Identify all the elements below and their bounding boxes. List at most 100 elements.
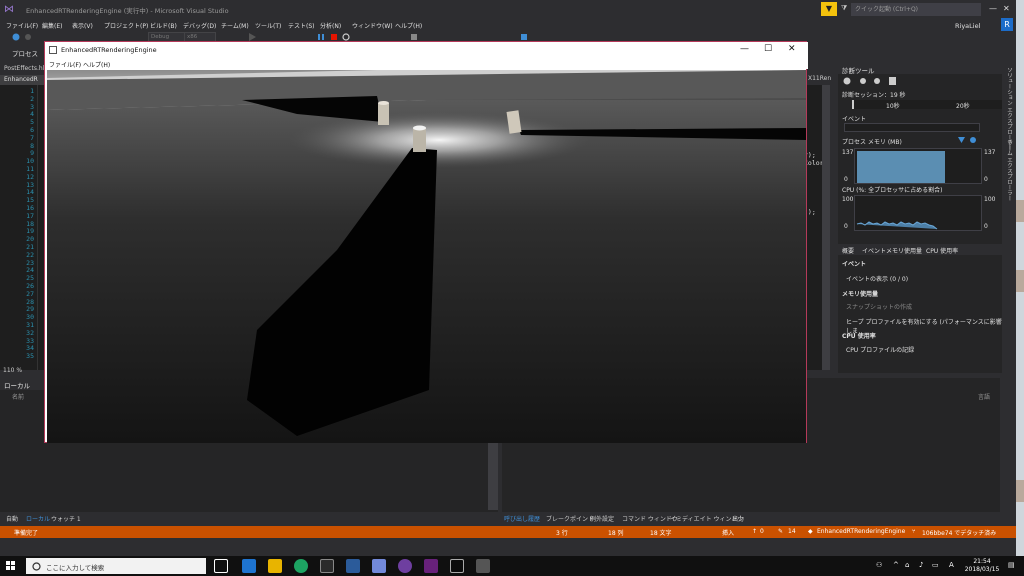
tab-summary[interactable]: 概要 [842,246,854,255]
quick-launch-input[interactable]: クイック起動 (Ctrl+Q) [851,3,981,16]
tab-call-stack[interactable]: 呼び出し履歴 [504,514,540,523]
forward-icon[interactable] [24,33,32,41]
memory-section-label[interactable]: プロセス メモリ (MB) [842,137,902,146]
pause-icon[interactable] [317,33,325,41]
take-snapshot-button[interactable]: スナップショットの作成 [846,302,912,311]
tab-events[interactable]: イベント [862,246,886,255]
chrome-icon[interactable] [294,559,308,573]
taskbar-clock[interactable]: 21:54 2018/03/15 [964,558,1000,574]
status-project[interactable]: EnhancedRTRenderingEngine [817,528,905,535]
tab-exception-settings[interactable]: 例外設定 [590,514,614,523]
user-avatar[interactable]: R [1001,18,1013,31]
tab-auto[interactable]: 自動 [6,514,18,523]
events-section-label[interactable]: イベント [842,114,866,123]
status-col[interactable]: 18 列 [608,528,624,537]
menu-debug[interactable]: デバッグ(D) [183,21,216,30]
menu-file[interactable]: ファイル(F) [6,21,38,30]
edge-icon[interactable] [242,559,256,573]
language-column[interactable]: 言語 [978,392,990,401]
menu-edit[interactable]: 編集(E) [42,21,62,30]
app-minimize-icon[interactable]: — [740,44,749,54]
status-mode[interactable]: 挿入 [722,528,734,537]
close-icon[interactable]: ✕ [1003,4,1010,13]
tab-memory-usage[interactable]: メモリ使用量 [886,246,922,255]
status-chars[interactable]: 18 文字 [650,528,672,537]
tab-locals[interactable]: ローカル [26,514,50,523]
menu-tools[interactable]: ツール(T) [255,21,281,30]
tab-cpu-usage[interactable]: CPU 使用率 [926,246,958,255]
minimize-icon[interactable]: — [989,4,997,13]
file-explorer-icon[interactable] [268,559,282,573]
menu-build[interactable]: ビルド(B) [150,21,177,30]
team-explorer-tab[interactable]: チーム エクスプローラー [1005,139,1013,201]
volume-icon[interactable]: ♪ [919,561,923,569]
diag-toolbar-icons[interactable] [842,76,902,86]
back-icon[interactable] [12,33,20,41]
visual-studio-taskbar-icon[interactable] [424,559,438,573]
cpu-section-label[interactable]: CPU (%: 全プロセッサに占める割合) [842,185,942,194]
chevron-up-icon[interactable]: ^ [893,561,899,569]
terminal-icon[interactable] [450,559,464,573]
diagnostic-tools-pane: 診断ツール 診断セッション：19 秒 10秒 20秒 イベント プロセス メモリ… [838,63,1002,373]
bookmark-icon[interactable] [520,33,528,41]
timeline-ruler[interactable]: 10秒 20秒 [852,100,1002,110]
tab-breakpoints[interactable]: ブレークポイント [546,514,594,523]
steam-icon[interactable] [346,559,360,573]
status-pencil-count[interactable]: 14 [788,528,796,535]
windows-start-icon[interactable] [6,561,16,571]
summary-cpu-heading: CPU 使用率 [842,333,876,340]
status-line[interactable]: 3 行 [556,528,568,537]
status-branch[interactable]: 106bbe74 でデタッチ済み [922,528,996,537]
status-up-count[interactable]: 0 [760,528,764,535]
record-cpu-profile-button[interactable]: CPU プロファイルの記録 [846,345,914,354]
menu-view[interactable]: 表示(V) [72,21,93,30]
notification-center-icon[interactable]: ▤ [1008,561,1015,569]
editor-scrollbar[interactable] [822,85,830,370]
app-menu-help[interactable]: ヘルプ(H) [83,60,110,69]
cpu-graph[interactable] [854,195,982,231]
filter-icon[interactable]: ⧩ [841,4,847,13]
app-icon[interactable] [398,559,412,573]
app-icon[interactable] [320,559,334,573]
notification-flag-icon[interactable]: ▼ [821,2,837,16]
cpu-min-right: 0 [984,223,988,230]
discord-icon[interactable] [372,559,386,573]
windows-taskbar: ここに入力して検索 ⚇ ^ ⌂ ♪ ▭ A 21:54 2018/03/15 ▤ [0,556,1024,576]
stop-icon[interactable] [330,33,338,41]
app-maximize-icon[interactable]: ☐ [764,44,772,54]
render-viewport[interactable] [47,70,806,443]
tab-posteffects[interactable]: PostEffects.hl [4,65,44,72]
step-over-icon[interactable] [410,33,418,41]
restart-icon[interactable] [342,33,350,41]
calculator-icon[interactable] [476,559,490,573]
app-close-icon[interactable]: ✕ [788,44,796,54]
desktop-thumbnail [1016,200,1024,222]
search-placeholder: ここに入力して検索 [46,564,105,572]
app-menu-file[interactable]: ファイル(F) [49,60,81,69]
menu-analyze[interactable]: 分析(N) [320,21,341,30]
task-view-icon[interactable] [214,559,228,573]
ime-indicator[interactable]: A [949,561,954,569]
network-icon[interactable]: ⌂ [905,561,909,569]
zoom-level[interactable]: 110 % [3,367,22,374]
people-icon[interactable]: ⚇ [876,561,882,569]
tab-output[interactable]: 出力 [732,514,744,523]
menu-project[interactable]: プロジェクト(P) [104,21,148,30]
menu-window[interactable]: ウィンドウ(W) [352,21,393,30]
locals-name-column[interactable]: 名前 [12,392,24,401]
show-events-link[interactable]: イベントの表示 (0 / 0) [846,274,908,283]
tick-20s: 20秒 [956,103,970,110]
taskbar-search-input[interactable]: ここに入力して検索 [26,558,206,574]
desktop-background [1016,0,1024,556]
menu-help[interactable]: ヘルプ(H) [395,21,422,30]
tab-right-code[interactable]: X11Ren [808,75,831,82]
continue-icon[interactable] [248,33,256,41]
display-icon[interactable]: ▭ [932,561,939,569]
menu-team[interactable]: チーム(M) [221,21,249,30]
tab-watch[interactable]: ウォッチ 1 [51,514,81,523]
cpu-max-right: 100 [984,196,996,203]
menu-test[interactable]: テスト(S) [288,21,315,30]
events-track[interactable] [844,123,980,132]
memory-graph[interactable] [854,148,982,184]
user-name[interactable]: RiyaLiel [955,22,980,30]
